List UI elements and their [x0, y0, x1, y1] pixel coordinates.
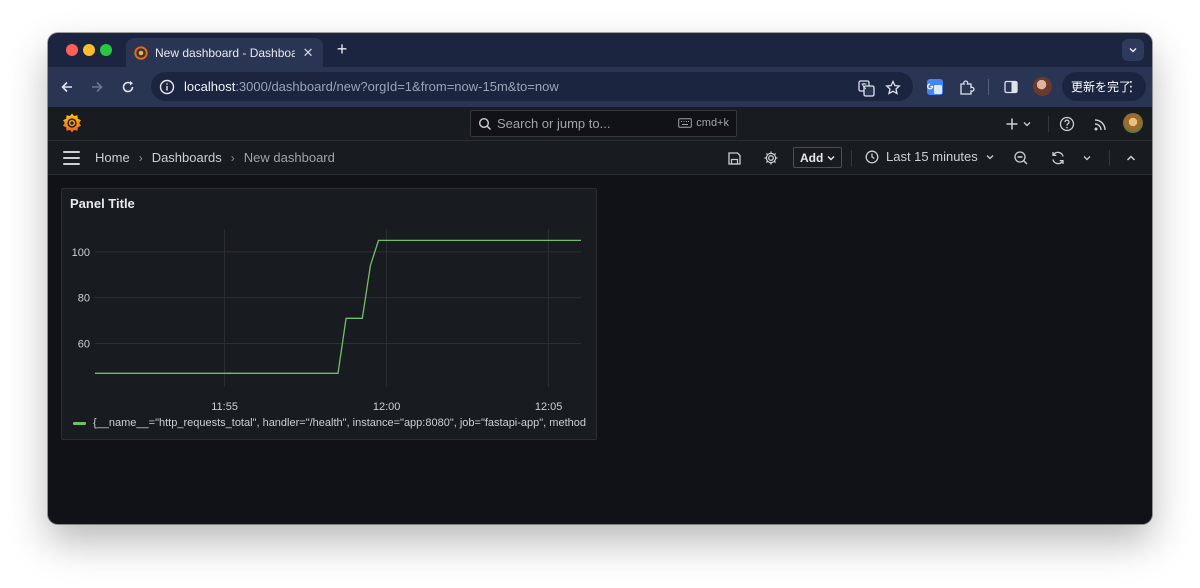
maximize-window-button[interactable] — [100, 44, 112, 56]
refresh-interval-chevron-icon[interactable] — [1078, 149, 1096, 167]
refresh-icon[interactable] — [1049, 149, 1067, 167]
navbar-divider — [1109, 150, 1110, 166]
breadcrumb-current: New dashboard — [243, 150, 335, 165]
minimize-window-button[interactable] — [83, 44, 95, 56]
tab-title: New dashboard - Dashboards - Grafana — [155, 45, 296, 60]
arrow-right-icon — [92, 81, 103, 93]
breadcrumb: Home › Dashboards › New dashboard — [95, 150, 335, 165]
navbar-divider — [851, 150, 852, 166]
chevron-down-icon — [986, 154, 994, 159]
save-dashboard-icon[interactable] — [725, 149, 743, 167]
browser-window: New dashboard - Dashboards - Grafana ✕ +… — [48, 33, 1152, 524]
side-panel-icon[interactable] — [1001, 77, 1021, 97]
x-tick-label: 12:00 — [373, 401, 401, 413]
breadcrumb-home[interactable]: Home — [95, 150, 130, 165]
browser-tab-active[interactable]: New dashboard - Dashboards - Grafana ✕ — [126, 38, 323, 67]
reload-button[interactable] — [117, 76, 139, 98]
search-placeholder: Search or jump to... — [497, 116, 611, 131]
y-tick-label: 100 — [72, 247, 90, 259]
search-shortcut-label: cmd+k — [696, 117, 729, 129]
grafana-navbar: Home › Dashboards › New dashboard Add La… — [48, 141, 1152, 175]
grafana-favicon-icon — [134, 45, 148, 60]
chevron-down-icon — [1129, 47, 1137, 53]
grafana-logo-icon[interactable] — [61, 112, 83, 134]
legend-label[interactable]: {__name__="http_requests_total", handler… — [93, 417, 586, 429]
tab-search-button[interactable] — [1122, 39, 1144, 61]
timeseries-panel[interactable]: Panel Title 60 80 100 11:55 12:00 12:05 {__na… — [61, 188, 597, 440]
chevron-down-icon — [827, 155, 835, 160]
profile-avatar[interactable] — [1033, 77, 1052, 96]
time-range-picker[interactable]: Last 15 minutes — [865, 149, 995, 164]
update-button-label: 更新を完了 — [1071, 80, 1132, 94]
news-rss-icon[interactable] — [1091, 115, 1109, 133]
series-line — [95, 239, 581, 374]
reload-icon — [122, 81, 134, 93]
breadcrumb-chevron-icon: › — [138, 150, 143, 165]
keyboard-icon — [678, 118, 693, 128]
site-info-icon[interactable] — [159, 79, 175, 95]
help-icon[interactable] — [1058, 115, 1076, 133]
search-icon — [478, 117, 492, 130]
translate-icon[interactable] — [857, 79, 875, 97]
update-button[interactable]: 更新を完了 ⋮ — [1062, 72, 1146, 101]
new-dropdown-button[interactable] — [1004, 115, 1036, 133]
dashboard-canvas: Panel Title 60 80 100 11:55 12:00 12:05 {__na… — [48, 175, 1152, 524]
zoom-out-icon[interactable] — [1012, 149, 1030, 167]
tab-close-icon[interactable]: ✕ — [301, 45, 315, 61]
bookmark-star-icon[interactable] — [884, 79, 902, 97]
panel-legend: {__name__="http_requests_total", handler… — [73, 417, 593, 429]
x-tick-label: 11:55 — [211, 401, 238, 413]
url-text: localhost:3000/dashboard/new?orgId=1&fro… — [184, 79, 559, 94]
grafana-topbar: Search or jump to... cmd+k — [48, 107, 1152, 141]
extensions-puzzle-icon[interactable] — [956, 77, 976, 97]
settings-gear-icon[interactable] — [762, 149, 780, 167]
browser-toolbar: localhost:3000/dashboard/new?orgId=1&fro… — [48, 67, 1152, 107]
close-window-button[interactable] — [66, 44, 78, 56]
forward-button[interactable] — [86, 76, 108, 98]
add-button[interactable]: Add — [793, 147, 842, 168]
collapse-chevron-up-icon[interactable] — [1122, 149, 1140, 167]
search-shortcut: cmd+k — [678, 117, 729, 129]
more-vert-icon[interactable]: ⋮ — [1124, 78, 1138, 94]
user-avatar[interactable] — [1123, 113, 1143, 133]
breadcrumb-chevron-icon: › — [230, 150, 235, 165]
add-button-label: Add — [800, 150, 824, 165]
google-translate-extension-icon[interactable] — [925, 77, 945, 97]
search-input[interactable]: Search or jump to... cmd+k — [470, 110, 737, 137]
address-bar[interactable]: localhost:3000/dashboard/new?orgId=1&fro… — [151, 72, 913, 101]
y-tick-label: 80 — [78, 293, 90, 305]
tab-strip: New dashboard - Dashboards - Grafana ✕ + — [48, 33, 1152, 67]
back-button[interactable] — [56, 76, 78, 98]
menu-hamburger-icon[interactable] — [63, 151, 80, 165]
plus-icon — [1006, 118, 1031, 130]
timeseries-chart: 60 80 100 11:55 12:00 12:05 — [72, 229, 582, 413]
clock-icon — [865, 150, 879, 163]
new-tab-icon[interactable]: + — [332, 39, 352, 59]
legend-swatch — [73, 421, 86, 425]
time-range-label: Last 15 minutes — [886, 149, 978, 164]
topbar-divider — [1048, 116, 1049, 132]
arrow-left-icon — [61, 81, 72, 93]
x-tick-label: 12:05 — [535, 401, 563, 413]
y-tick-label: 60 — [78, 338, 90, 350]
breadcrumb-dashboards[interactable]: Dashboards — [152, 150, 222, 165]
toolbar-divider — [988, 79, 989, 95]
